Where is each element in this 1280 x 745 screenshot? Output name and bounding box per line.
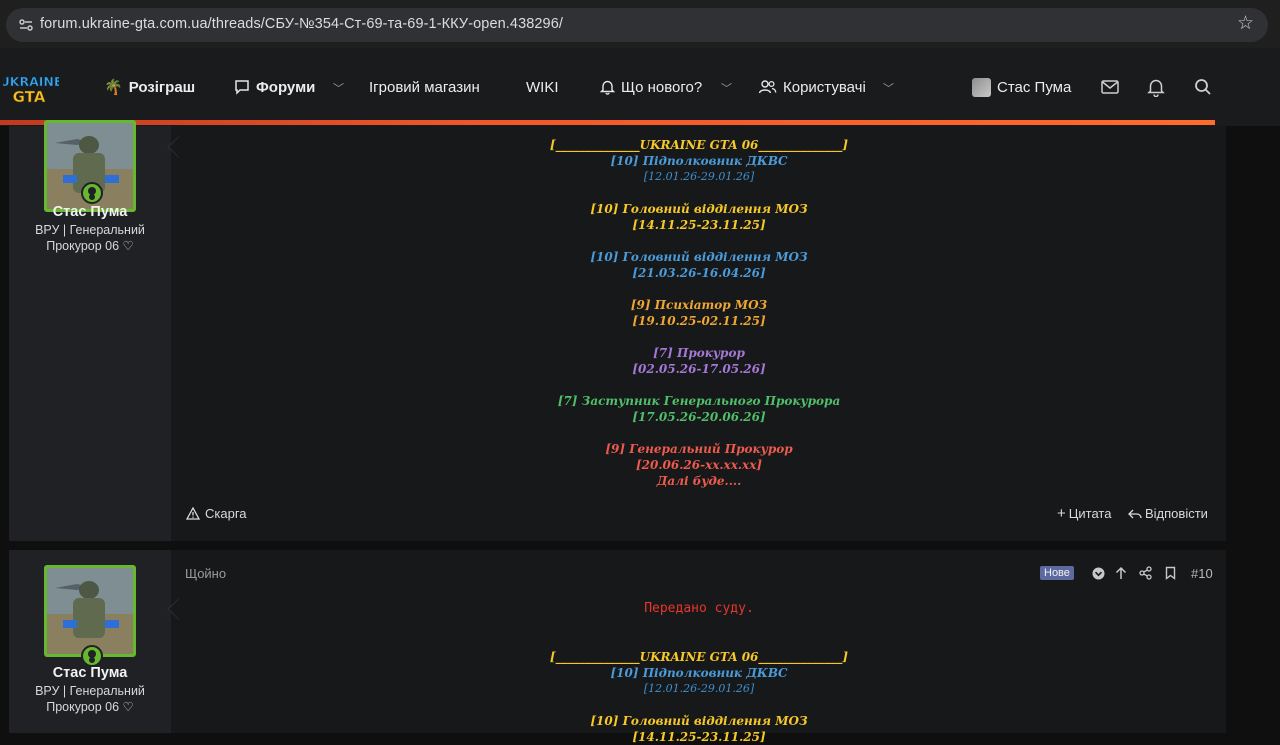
post-text-line: [10] Підполковник ДКВС (610, 154, 788, 168)
report-label: Скарга (205, 506, 247, 521)
author-title-line2: Прокурор 06 ♡ (46, 239, 134, 253)
nav-giveaway-label: Розіграш (128, 78, 196, 96)
address-bar[interactable]: forum.ukraine-gta.com.ua/threads/СБУ-№35… (6, 8, 1268, 42)
post-text-line: [______________UKRAINE GTA 06___________… (549, 650, 849, 664)
bookmark-icon[interactable] (1165, 566, 1176, 580)
post-text-line: [10] Головний відділення МОЗ (590, 202, 808, 216)
current-user-name: Стас Пума (997, 78, 1072, 96)
author-title-line1: ВРУ | Генеральний (35, 684, 145, 698)
post-text-line: [7] Прокурор (653, 346, 745, 360)
post-time[interactable]: Щойно (185, 566, 226, 581)
post-arrow (167, 598, 179, 620)
browser-toolbar: forum.ukraine-gta.com.ua/threads/СБУ-№35… (0, 0, 1280, 48)
notifications-bell-icon[interactable] (1146, 77, 1166, 97)
post-body: Передано суду. [______________UKRAINE GTA… (184, 601, 1214, 745)
post-text-line: [10] Головний відділення МОЗ (590, 250, 808, 264)
account-menu[interactable]: Стас Пума (972, 77, 1071, 97)
author-title-line2: Прокурор 06 ♡ (46, 700, 134, 714)
forum-post: Стас Пума ВРУ | Генеральний Прокурор 06 … (9, 120, 1226, 541)
author-title-line1: ВРУ | Генеральний (35, 223, 145, 237)
author-username[interactable]: Стас Пума (9, 665, 171, 681)
share-icon[interactable] (1139, 566, 1152, 580)
new-badge: Нове (1040, 566, 1074, 580)
nav-whats-new-label: Що нового? (621, 78, 703, 96)
reply-button[interactable]: Відповісти (1128, 506, 1208, 521)
arrow-up-icon[interactable] (1115, 566, 1127, 580)
svg-text:UKRAINE: UKRAINE (3, 74, 59, 89)
nav-shop[interactable]: Ігровий магазин (369, 77, 480, 97)
quote-label: Цитата (1068, 506, 1112, 521)
post-text-line: [7] Заступник Генерального Прокурора (557, 394, 841, 408)
post-number[interactable]: #10 (1191, 566, 1213, 581)
mail-icon[interactable] (1100, 77, 1120, 97)
nav-wiki-label: WIKI (526, 78, 559, 96)
post-text-line: [10] Головний відділення МОЗ (590, 714, 808, 728)
nav-users[interactable]: Користувачі (758, 77, 866, 97)
forums-chevron-down-icon[interactable]: ﹀ (333, 80, 344, 96)
post-text-line: Передано суду. (644, 601, 754, 616)
post-body: [______________UKRAINE GTA 06___________… (184, 137, 1214, 489)
post-text-line: [17.05.26-20.06.26] (632, 410, 766, 424)
post-text-line: [21.03.26-16.04.26] (632, 266, 766, 280)
nav-forums[interactable]: Форуми (234, 77, 315, 97)
avatar (972, 77, 991, 97)
post-text-line: [12.01.26-29.01.26] (643, 682, 755, 695)
post-text-line: [19.10.25-02.11.25] (632, 314, 766, 328)
site-settings-icon[interactable] (18, 17, 34, 33)
author-avatar[interactable] (44, 565, 136, 657)
plus-icon: + (1057, 505, 1066, 522)
post-text-line: [14.11.25-23.11.25] (632, 218, 766, 232)
bell-icon (600, 80, 615, 95)
report-link[interactable]: Скарга (186, 506, 247, 521)
post-text-line: [12.01.26-29.01.26] (643, 170, 755, 183)
nav-shop-label: Ігровий магазин (369, 78, 480, 96)
url-text[interactable]: forum.ukraine-gta.com.ua/threads/СБУ-№35… (40, 16, 563, 32)
post-text-line: [02.05.26-17.05.26] (632, 362, 766, 376)
nav-wiki[interactable]: WIKI (526, 77, 559, 97)
nav-forums-label: Форуми (256, 78, 316, 96)
svg-text:GTA: GTA (13, 88, 46, 106)
palm-tree-icon: 🌴 (104, 78, 123, 96)
forum-post: Стас Пума ВРУ | Генеральний Прокурор 06 … (9, 550, 1226, 744)
site-logo[interactable]: UKRAINE GTA (3, 72, 59, 106)
warning-icon (186, 507, 200, 520)
online-status-icon (81, 182, 103, 204)
users-chevron-down-icon[interactable]: ﹀ (883, 80, 894, 96)
nav-whats-new[interactable]: Що нового? (600, 77, 702, 97)
header-accent-strip (0, 120, 1215, 125)
reply-arrow-icon (1128, 509, 1142, 518)
post-text-line: [9] Психіатор МОЗ (630, 298, 768, 312)
reply-label: Відповісти (1145, 506, 1208, 521)
chat-bubble-icon (235, 80, 249, 95)
author-username[interactable]: Стас Пума (9, 204, 171, 220)
post-text-line: [______________UKRAINE GTA 06___________… (549, 138, 849, 152)
post-text-line: [14.11.25-23.11.25] (632, 730, 766, 744)
online-status-icon (81, 645, 103, 667)
whats-new-chevron-down-icon[interactable]: ﹀ (721, 80, 732, 96)
post-text-line: [20.06.26-xx.xx.xx] (635, 458, 763, 472)
nav-users-label: Користувачі (783, 78, 866, 96)
post-text-line: [10] Підполковник ДКВС (610, 666, 788, 680)
post-arrow (167, 136, 179, 158)
bookmark-star-icon[interactable]: ☆ (1237, 14, 1254, 34)
quote-button[interactable]: + Цитата (1057, 506, 1111, 521)
reaction-chevron-icon[interactable] (1092, 567, 1105, 580)
post-text-line: Далі буде.... (656, 474, 742, 488)
users-icon (758, 80, 777, 94)
nav-giveaway[interactable]: 🌴 Розіграш (104, 77, 195, 97)
search-icon[interactable] (1193, 77, 1213, 97)
post-text-line: [9] Генеральний Прокурор (605, 442, 793, 456)
